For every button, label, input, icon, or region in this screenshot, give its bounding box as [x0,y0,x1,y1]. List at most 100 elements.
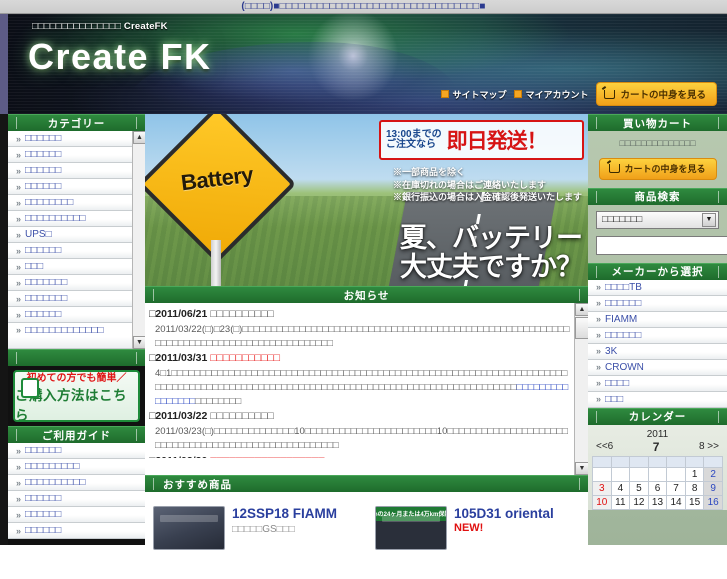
sidebar-item-label: □□□ [25,261,44,272]
calendar-day[interactable]: 15 [684,494,705,510]
calendar-day[interactable]: 6 [647,480,668,496]
chevron-right-icon: » [596,378,601,389]
calendar-weekday-3 [647,455,668,468]
browser-status-bar: (□□□□)■□□□□□□□□□□□□□□□□□□□□□□□□□□□□□□□□■ [0,0,727,14]
sidebar-item-label: □□□□□□ [25,445,62,456]
sidebar-item-guide-0[interactable]: » □□□□□□ [8,443,145,459]
sidebar-item-category-5[interactable]: » □□□□□□□□□□ [8,211,145,227]
chevron-down-icon[interactable]: ▼ [702,212,716,227]
category-scrollbar[interactable]: ▲ ▼ [132,131,146,349]
sidebar-item-maker-1[interactable]: » □□□□□□ [588,295,727,312]
calendar-day [647,466,668,482]
sidebar-item-maker-3[interactable]: » □□□□□□ [588,327,727,344]
news-headline-2: □2011/03/22 □□□□□□□□□□ [149,409,570,425]
news-item-3[interactable]: □2011/03/20 □□□□□□□□□□□□□□□□□□ [149,454,570,458]
header-view-cart-button[interactable]: カートの中身を見る [596,82,717,106]
category-section-header: カテゴリー [8,114,145,131]
sidebar-item-category-9[interactable]: » □□□□□□□ [8,275,145,291]
sidebar-item-maker-5[interactable]: » CROWN [588,359,727,376]
product-card-0[interactable]: 12SSP18 FIAMM □□□□□GS□□□ [153,506,365,550]
chevron-right-icon: » [16,309,21,320]
sidebar-item-maker-2[interactable]: » FIAMM [588,311,727,328]
calendar-day[interactable]: 16 [703,494,723,510]
news-item-2[interactable]: □2011/03/22 □□□□□□□□□□ 2011/03/23(□)□□□□… [149,409,570,452]
scroll-up-icon[interactable]: ▲ [575,303,589,316]
chevron-right-icon: » [16,477,21,488]
sidebar-item-label: □□□□□□ [25,149,62,160]
hero-headline-line2: 大丈夫ですか？ [400,251,583,282]
calendar-week-1: 3 4 5 6 7 8 9 [592,480,723,496]
news-scrollbar[interactable]: ▲ ▼ [574,303,589,475]
sidebar-item-maker-4[interactable]: » 3K [588,343,727,360]
calendar-weekday-6 [703,455,723,468]
calendar-day[interactable]: 8 [684,480,705,496]
news-body-0: 2011/03/22(□)□23(□)□□□□□□□□□□□□□□□□□□□□□… [155,323,570,349]
product-name[interactable]: 105D31 oriental [454,506,554,522]
sidebar-item-guide-4[interactable]: » □□□□□□ [8,507,145,523]
cart-empty-message: □□□□□□□□□□□□□□ [619,138,696,148]
news-item-1[interactable]: □2011/03/31 □□□□□□□□□□□ 4□1□□□□□□□□□□□□□… [149,351,570,408]
news-title-2: □□□□□□□□□□ [210,410,274,423]
search-category-select[interactable]: □□□□□□□ ▼ [596,210,719,229]
calendar-day[interactable]: 9 [703,480,723,496]
calendar-day[interactable]: 10 [592,494,612,510]
sidebar-item-guide-3[interactable]: » □□□□□□ [8,491,145,507]
calendar-day[interactable]: 14 [666,494,686,510]
sidebar-item-category-1[interactable]: » □□□□□□ [8,147,145,163]
view-cart-button[interactable]: カートの中身を見る [598,157,717,180]
news-item-0[interactable]: □2011/06/21 □□□□□□□□□□ 2011/03/22(□)□23(… [149,307,570,350]
sidebar-item-category-4[interactable]: » □□□□□□□□ [8,195,145,211]
news-date-3: □2011/03/20 [149,455,207,458]
calendar-day[interactable]: 11 [610,494,631,510]
sidebar-item-maker-7[interactable]: » □□□ [588,391,727,408]
product-card-1[interactable]: 安心の24ヶ月または4万km保証！ 105D31 oriental NEW! [375,506,587,550]
calendar-day[interactable]: 13 [647,494,668,510]
calendar-day[interactable]: 3 [592,480,612,496]
scroll-down-icon[interactable]: ▼ [575,462,589,475]
news-body-1-text: 4□1□□□□□□□□□□□□□□□□□□□□□□□□□□□□□□□□□□□□□… [155,368,568,393]
sidebar-item-guide-1[interactable]: » □□□□□□□□□ [8,459,145,475]
sidebar-item-guide-2[interactable]: » □□□□□□□□□□ [8,475,145,491]
calendar-day[interactable]: 4 [610,480,631,496]
news-scroll-thumb[interactable] [575,317,589,339]
calendar-day[interactable]: 1 [684,466,705,482]
chevron-right-icon: » [596,298,601,309]
calendar-day[interactable]: 7 [666,480,686,496]
sidebar-item-category-2[interactable]: » □□□□□□ [8,163,145,179]
how-to-buy-banner[interactable]: 初めての方でも簡単／ ご購入方法はこちら [13,370,140,422]
hero-headline-line1: 夏、バッテリー [400,222,583,253]
sidebar-item-category-0[interactable]: » □□□□□□ [8,131,145,147]
product-thumbnail[interactable]: 安心の24ヶ月または4万km保証！ [375,506,447,550]
chevron-right-icon: » [16,493,21,504]
sidebar-item-category-6[interactable]: » UPS□ [8,227,145,243]
product-row: 12SSP18 FIAMM □□□□□GS□□□ 安心の24ヶ月または4万km保… [145,492,588,550]
calendar-next-month[interactable]: 8 >> [699,441,719,452]
search-input[interactable] [596,235,727,255]
cart-icon [609,164,621,174]
sitemap-link[interactable]: サイトマップ [441,88,506,101]
site-logo[interactable]: Create FK [28,36,212,78]
sidebar-item-category-10[interactable]: » □□□□□□□ [8,291,145,307]
sidebar-item-maker-0[interactable]: » □□□□TB [588,279,727,296]
sidebar-item-category-11[interactable]: » □□□□□□ [8,307,145,323]
hero-banner[interactable]: Battery 13:00までの ご注文なら 即日発送！ ※一部商品を除く ※在… [145,114,588,286]
calendar-prev-month[interactable]: <<6 [596,441,613,452]
product-name[interactable]: 12SSP18 FIAMM [232,506,337,522]
sidebar-item-category-7[interactable]: » □□□□□□ [8,243,145,259]
sidebar-item-maker-6[interactable]: » □□□□ [588,375,727,392]
site-header-banner: □□□□□□□□□□□□□□□ CreateFK Create FK サイトマッ… [0,14,727,114]
chevron-right-icon: » [596,282,601,293]
sidebar-item-guide-5[interactable]: » □□□□□□ [8,523,145,539]
same-day-shipping-badge: 13:00までの ご注文なら 即日発送！ [379,120,584,160]
chevron-right-icon: » [16,525,21,536]
calendar-day [592,466,612,482]
product-thumbnail[interactable] [153,506,225,550]
sidebar-item-category-3[interactable]: » □□□□□□ [8,179,145,195]
my-account-link[interactable]: マイアカウント [514,88,588,101]
sidebar-item-category-12[interactable]: » □□□□□□□□□□□□□ [8,323,145,349]
sidebar-item-category-8[interactable]: » □□□ [8,259,145,275]
chevron-right-icon: » [16,165,21,176]
calendar-day[interactable]: 12 [629,494,649,510]
calendar-day[interactable]: 5 [629,480,649,496]
calendar-day[interactable]: 2 [703,466,723,482]
